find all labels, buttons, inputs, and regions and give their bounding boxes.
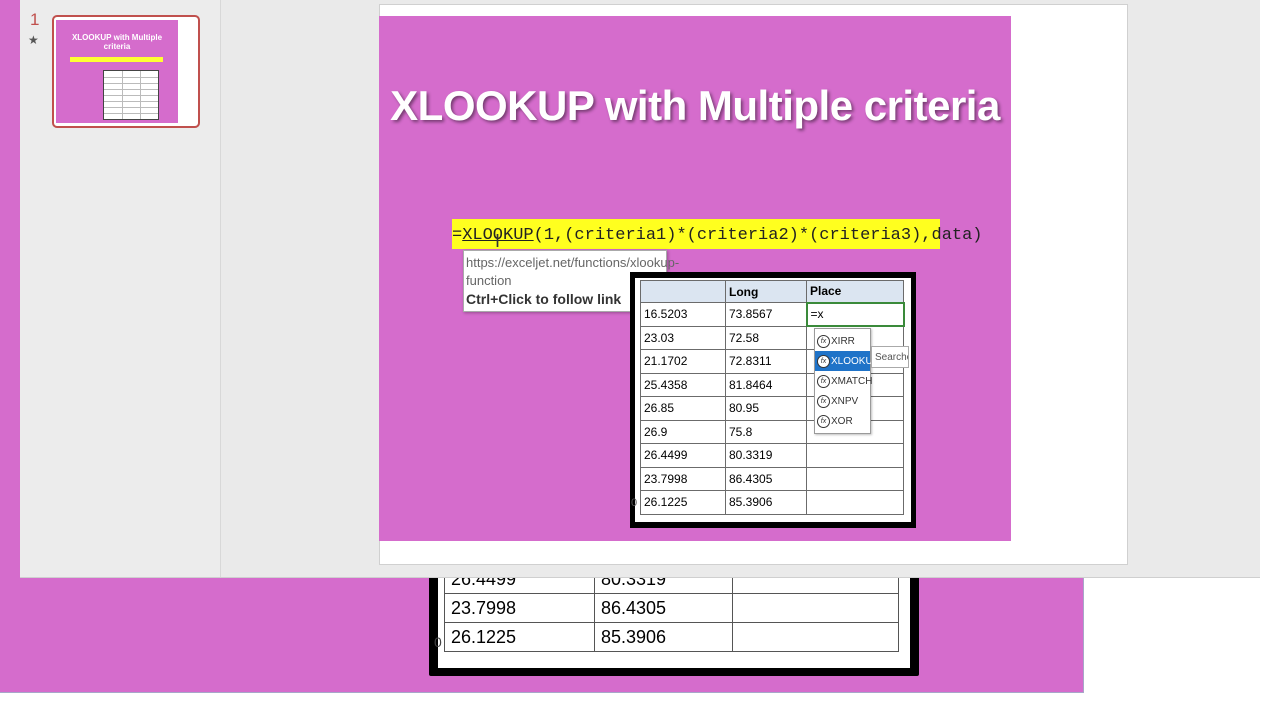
table-row: 26.1225 85.3906: [444, 622, 899, 652]
table-row: 23.7998 86.4305: [640, 466, 904, 491]
autocomplete-item-xor[interactable]: fx XOR: [815, 411, 870, 431]
table-cell: 75.8: [725, 419, 807, 444]
table-cell: 26.9: [640, 419, 726, 444]
table-cell: 86.4305: [594, 593, 733, 623]
function-tooltip: Searches: [871, 346, 909, 368]
table-cell: 16.5203: [640, 302, 726, 327]
function-icon: fx: [817, 414, 830, 428]
autocomplete-item-xirr[interactable]: fx XIRR: [815, 331, 870, 351]
table-cell: [806, 490, 904, 515]
column-header: Long: [725, 280, 807, 303]
table-cell: 23.7998: [444, 593, 595, 623]
table-row: 23.7998 86.4305: [444, 593, 899, 623]
excel-row-marker: 0: [631, 497, 638, 509]
table-cell: [732, 593, 899, 623]
text-cursor-icon: Ι: [495, 231, 501, 251]
table-cell: 26.85: [640, 396, 726, 421]
background-row-marker: 0: [434, 634, 442, 650]
formula-prefix: =: [452, 226, 463, 245]
function-icon: fx: [817, 334, 830, 348]
table-cell: 80.95: [725, 396, 807, 421]
table-cell: 81.8464: [725, 372, 807, 397]
autocomplete-item-xnpv[interactable]: fx XNPV: [815, 391, 870, 411]
function-icon: fx: [817, 374, 830, 388]
table-row: 16.5203 73.8567 =x: [640, 301, 905, 327]
table-cell: 26.1225: [444, 622, 595, 652]
table-cell: 86.4305: [725, 466, 807, 491]
formula-text[interactable]: =XLOOKUP(1,(criteria1)*(criteria2)*(crit…: [452, 226, 983, 245]
table-cell: 26.4499: [640, 443, 726, 468]
column-header: Place: [806, 280, 904, 303]
table-row: 26.4499 80.3319: [640, 443, 904, 468]
function-icon: fx: [817, 354, 830, 368]
table-cell: 23.7998: [640, 466, 726, 491]
table-cell: [732, 622, 899, 652]
column-header: [640, 280, 726, 303]
table-cell: 80.3319: [725, 443, 807, 468]
autocomplete-item-xlookup[interactable]: fx XLOOKUP: [815, 351, 879, 371]
animation-star-icon: ★: [28, 33, 39, 47]
table-cell: 21.1702: [640, 349, 726, 374]
table-cell: [806, 443, 904, 468]
table-cell: [806, 466, 904, 491]
thumbnail-formula-highlight: [70, 57, 163, 62]
table-cell: 23.03: [640, 325, 726, 350]
autocomplete-item-xmatch[interactable]: fx XMATCH: [815, 371, 872, 391]
page-title: XLOOKUP with Multiple criteria: [390, 82, 1000, 129]
formula-arguments: (1,(criteria1)*(criteria2)*(criteria3),d…: [533, 226, 983, 245]
thumbnail-table: [103, 70, 159, 120]
table-row: 26.1225 85.3906: [640, 490, 904, 515]
table-cell: 26.1225: [640, 490, 726, 515]
tooltip-url-line1: https://exceljet.net/functions/xlookup-: [466, 255, 680, 270]
thumbnail-title: XLOOKUP with Multiple criteria: [71, 33, 163, 51]
table-cell: 25.4358: [640, 372, 726, 397]
function-autocomplete-list[interactable]: fx XIRR fx XLOOKUP fx XMATCH fx XNPV fx XOR: [814, 328, 879, 434]
table-header-row: Long Place: [640, 280, 904, 303]
slide-number: 1: [30, 10, 40, 29]
active-cell[interactable]: =x: [805, 301, 905, 327]
function-icon: fx: [817, 394, 830, 408]
table-cell: 73.8567: [725, 302, 807, 327]
table-cell: 72.58: [725, 325, 807, 350]
table-cell: 72.8311: [725, 349, 807, 374]
table-cell: 85.3906: [725, 490, 807, 515]
table-cell: 85.3906: [594, 622, 733, 652]
